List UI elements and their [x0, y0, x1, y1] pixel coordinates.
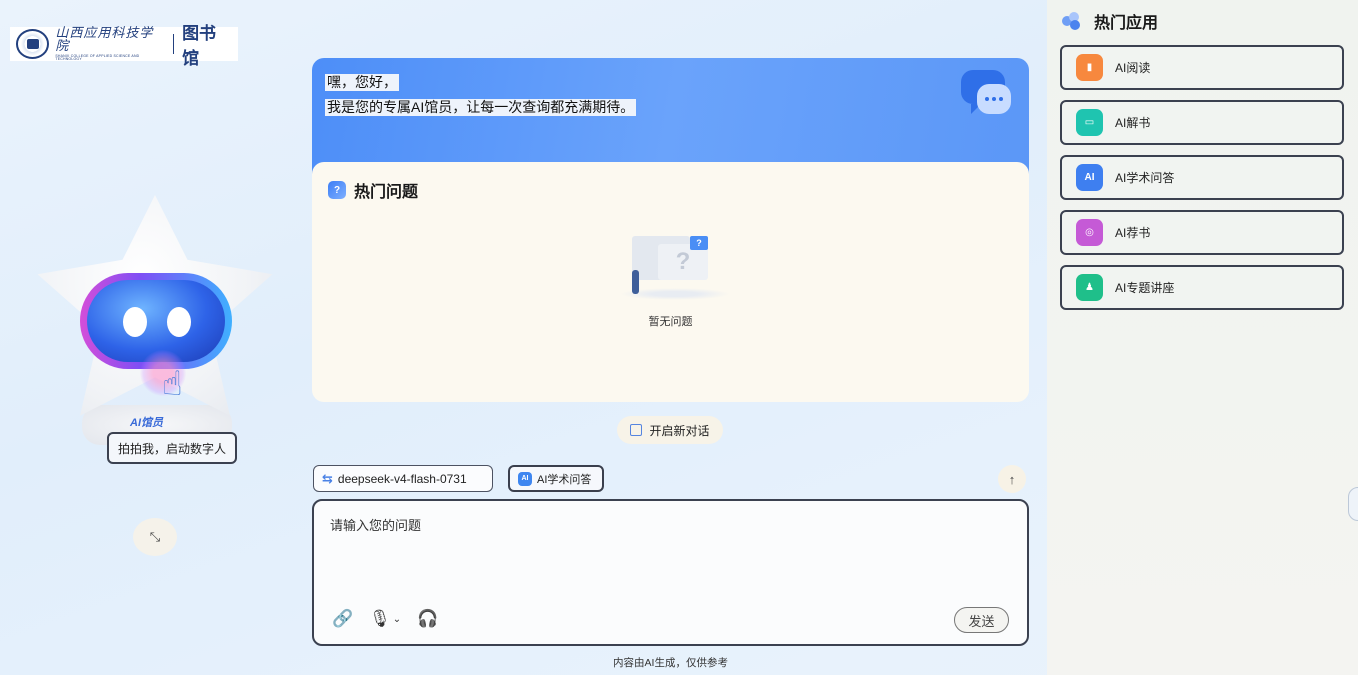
lecture-icon: ♟: [1076, 274, 1103, 301]
greeting-line-1: 嘿，您好，: [325, 74, 399, 91]
link-icon[interactable]: 🔗: [332, 609, 353, 629]
microphone-icon[interactable]: 🎙 ⌄: [369, 609, 401, 629]
app-item-label: AI荐书: [1115, 226, 1151, 240]
app-item-ai-reading[interactable]: ▮ AI阅读: [1060, 45, 1344, 90]
app-item-ai-academic-qa[interactable]: AI AI学术问答: [1060, 155, 1344, 200]
school-seal-icon: [16, 29, 50, 59]
collapse-icon[interactable]: ⤡: [133, 518, 177, 556]
app-item-ai-book-explain[interactable]: ▭ AI解书: [1060, 100, 1344, 145]
greeting-line-2: 我是您的专属AI馆员，让每一次查询都充满期待。: [325, 99, 637, 116]
chat-bubble-icon: [961, 70, 1011, 118]
school-name-en: SHANXI COLLEGE OF APPLIED SCIENCE AND TE…: [55, 53, 140, 61]
question-icon: ?: [328, 181, 346, 199]
app-item-label: AI学术问答: [1115, 171, 1175, 185]
new-chat-icon: [630, 424, 643, 436]
ai-disclaimer: 内容由AI生成，仅供参考: [613, 657, 728, 669]
digital-human-avatar[interactable]: ☝ AI馆员: [30, 195, 280, 455]
chevron-down-icon[interactable]: ⌄: [393, 614, 401, 625]
hot-questions-title: 热门问题: [354, 184, 419, 201]
app-item-label: AI阅读: [1115, 61, 1151, 75]
headset-icon[interactable]: 🎧: [417, 609, 438, 629]
empty-state-text: 暂无问题: [648, 316, 693, 328]
avatar-eye-right: [167, 307, 191, 337]
book-icon: ▮: [1076, 54, 1103, 81]
mode-selector[interactable]: AI AI学术问答: [508, 465, 604, 492]
app-item-ai-recommend[interactable]: ◎ AI荐书: [1060, 210, 1344, 255]
ai-chat-icon: AI: [518, 471, 532, 486]
ai-chat-icon: AI: [1076, 164, 1103, 191]
recommend-icon: ◎: [1076, 219, 1103, 246]
app-item-label: AI解书: [1115, 116, 1151, 130]
hot-apps-title: 热门应用: [1094, 15, 1159, 32]
mode-name: AI学术问答: [537, 473, 592, 486]
hot-apps-panel: 热门应用 ▮ AI阅读 ▭ AI解书 AI AI学术问答 ◎ AI荐书 ♟ AI…: [1047, 0, 1358, 675]
avatar-body-label: AI馆员: [130, 417, 163, 429]
app-item-ai-lecture[interactable]: ♟ AI专题讲座: [1060, 265, 1344, 310]
arrow-up-icon[interactable]: ↑: [998, 465, 1026, 493]
question-input[interactable]: [330, 515, 1010, 595]
library-logo: 山西应用科技学院 SHANXI COLLEGE OF APPLIED SCIEN…: [10, 24, 238, 69]
school-name: 山西应用科技学院: [55, 25, 154, 54]
send-button[interactable]: 发送: [954, 607, 1009, 633]
book-open-icon: ▭: [1076, 109, 1103, 136]
avatar-eye-left: [123, 307, 147, 337]
app-item-label: AI专题讲座: [1115, 281, 1175, 295]
hot-questions-panel: ? 热门问题 ? ? 暂无问题: [312, 162, 1029, 402]
empty-state-illustration: ? ?: [620, 232, 730, 302]
tap-hand-icon: ☝: [162, 365, 183, 403]
side-drawer-handle[interactable]: [1348, 487, 1358, 521]
new-chat-label: 开启新对话: [649, 423, 710, 438]
model-name: deepseek-v4-flash-0731: [337, 471, 467, 486]
question-input-box: 🔗 🎙⌄ 🎧 发送: [312, 499, 1029, 646]
apps-icon: [1062, 11, 1084, 31]
model-selector[interactable]: ⇆ deepseek-v4-flash-0731: [313, 465, 493, 492]
start-digital-human-button[interactable]: 拍拍我，启动数字人: [107, 432, 237, 464]
logo-divider: [173, 34, 175, 54]
library-name: 图书馆: [182, 24, 217, 69]
new-chat-button[interactable]: 开启新对话: [617, 416, 723, 444]
swap-icon: ⇆: [322, 470, 333, 486]
app-list: ▮ AI阅读 ▭ AI解书 AI AI学术问答 ◎ AI荐书 ♟ AI专题讲座: [1060, 45, 1344, 320]
greeting-banner: 嘿，您好， 我是您的专属AI馆员，让每一次查询都充满期待。: [312, 58, 1029, 178]
